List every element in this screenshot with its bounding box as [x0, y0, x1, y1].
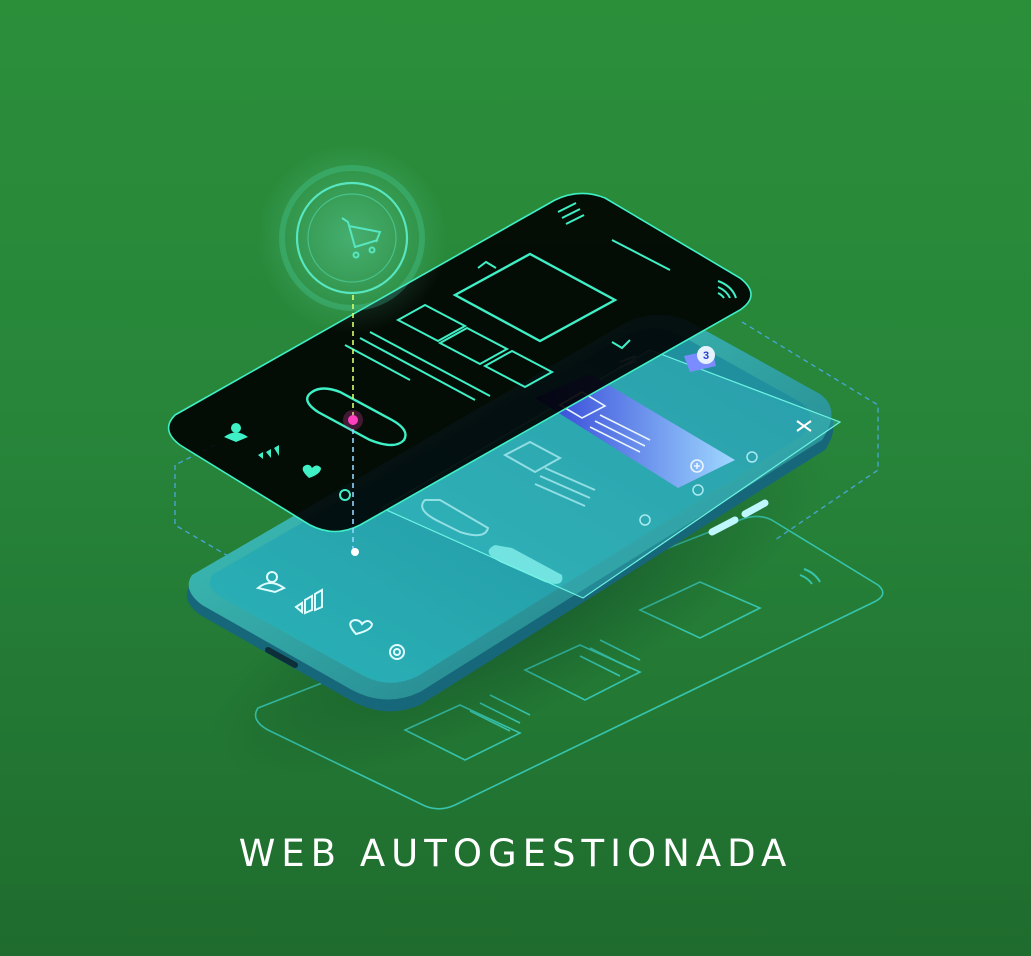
- cart-badge-count: 3: [702, 350, 710, 362]
- isometric-phone-illustration: [167, 143, 884, 810]
- page-title: WEB AUTOGESTIONADA: [238, 832, 793, 875]
- illustration: 3 WEB AUTOGESTIONADA: [0, 0, 1031, 956]
- cart-hotspot[interactable]: [257, 143, 447, 333]
